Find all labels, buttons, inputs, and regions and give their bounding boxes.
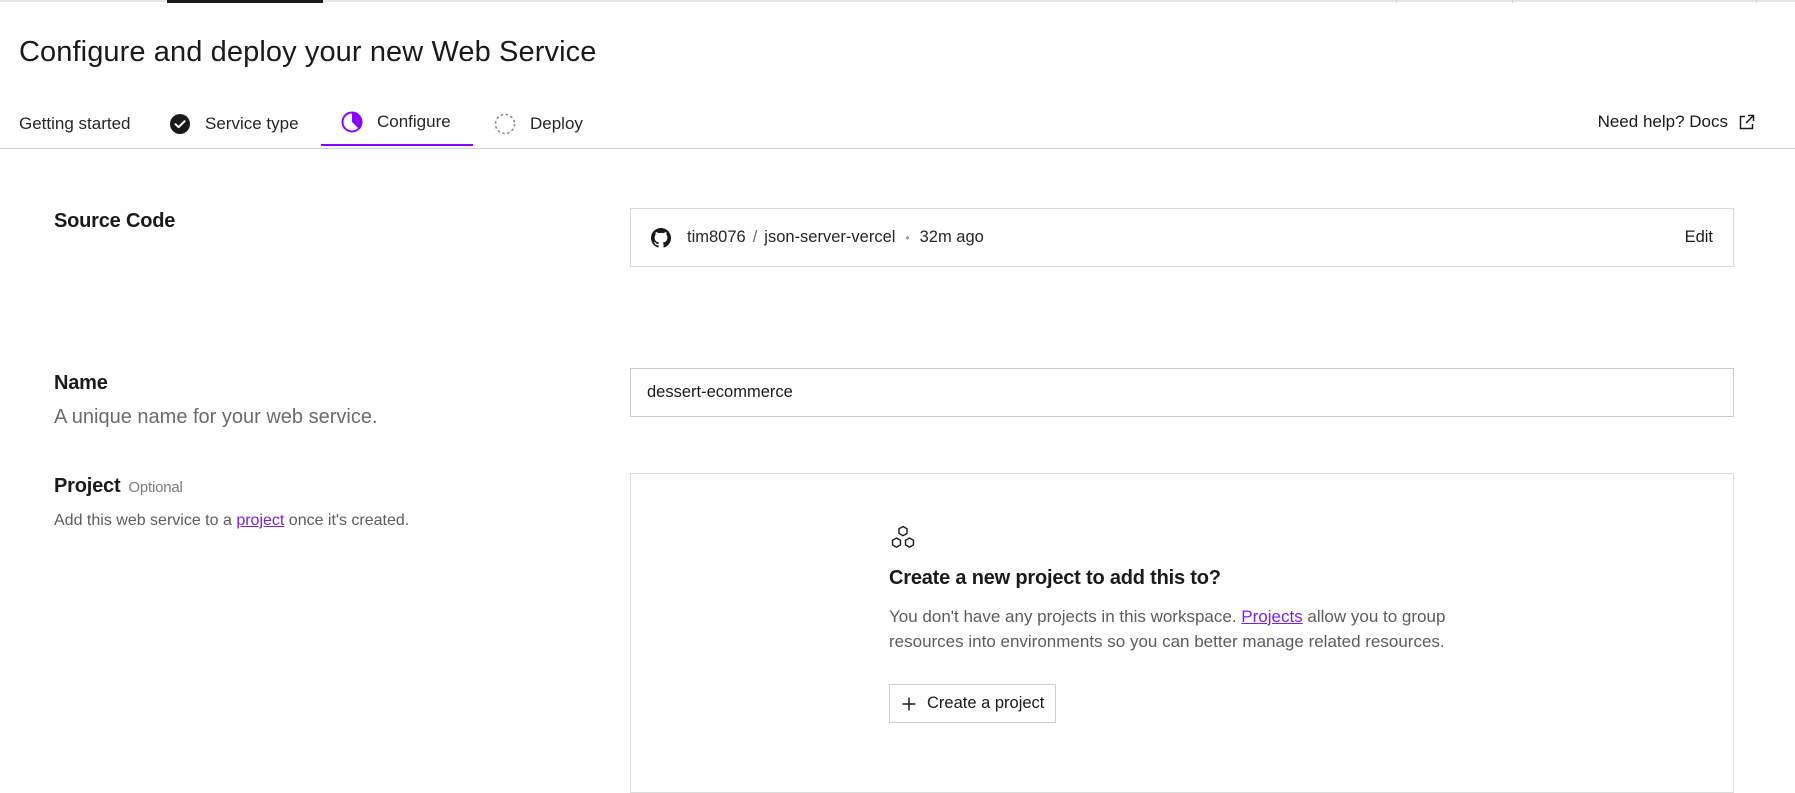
hexagons-icon (889, 525, 917, 553)
empty-text-before: You don't have any projects in this work… (889, 607, 1242, 626)
create-project-button[interactable]: Create a project (889, 684, 1057, 723)
source-code-label: Source Code (54, 210, 176, 232)
create-project-label: Create a project (927, 694, 1045, 712)
progress-circle-icon (341, 111, 363, 133)
dashed-circle-icon (494, 113, 516, 135)
optional-badge: Optional (128, 479, 183, 496)
empty-state-text: You don't have any projects in this work… (889, 604, 1489, 654)
project-label-text: Project (54, 475, 121, 497)
top-divider (1512, 0, 1513, 3)
project-desc-before: Add this web service to a (54, 512, 237, 529)
help-docs-link[interactable]: Need help? Docs (1598, 112, 1755, 132)
top-divider (1756, 0, 1757, 3)
help-label: Need help? Docs (1597, 112, 1728, 131)
external-link-icon (1738, 114, 1755, 131)
tab-label: Configure (377, 112, 451, 131)
edit-source-button[interactable]: Edit (1685, 228, 1713, 247)
projects-doc-link[interactable]: Projects (1241, 607, 1302, 626)
tab-configure[interactable]: Configure (321, 100, 473, 146)
project-description: Add this web service to a project once i… (54, 512, 409, 530)
wizard-tabs: Getting started Service type Configure D… (0, 100, 1795, 149)
repo-separator: / (752, 228, 758, 246)
project-desc-after: once it's created. (284, 512, 410, 529)
name-description: A unique name for your web service. (54, 406, 378, 428)
plus-icon (901, 696, 917, 712)
bullet-separator: • (905, 230, 910, 245)
empty-state-title: Create a new project to add this to? (889, 567, 1221, 589)
service-name-input[interactable] (630, 368, 1734, 417)
github-icon (651, 227, 671, 248)
tab-label: Service type (205, 113, 299, 133)
project-label: Project Optional (54, 475, 183, 498)
page-title: Configure and deploy your new Web Servic… (19, 36, 597, 68)
tab-getting-started[interactable]: Getting started (19, 100, 131, 147)
name-label: Name (54, 372, 108, 394)
tab-service-type[interactable]: Service type (169, 100, 299, 147)
tab-label: Deploy (530, 113, 583, 133)
repo-owner: tim8076 (687, 228, 746, 246)
top-divider (1396, 0, 1397, 3)
tab-label: Getting started (19, 113, 131, 133)
tab-deploy[interactable]: Deploy (494, 100, 583, 147)
top-progress-indicator (167, 0, 323, 3)
check-circle-icon (169, 113, 191, 135)
repo-updated-time: 32m ago (919, 228, 984, 246)
source-code-box: tim8076 / json-server-vercel • 32m ago E… (630, 208, 1734, 267)
project-doc-link[interactable]: project (236, 512, 284, 529)
repo-name: json-server-vercel (764, 228, 896, 246)
